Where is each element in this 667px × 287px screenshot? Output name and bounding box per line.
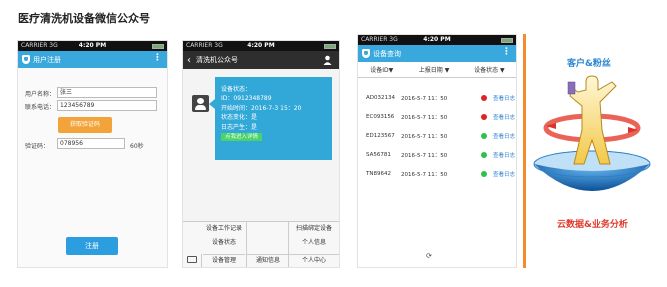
status-bar: CARRIER 3G 4:20 PM xyxy=(183,41,339,51)
report-date: 2016-5-7 11：50 xyxy=(401,133,448,140)
menu-item-personal-info[interactable]: 个人信息 xyxy=(289,237,339,249)
cloud-data-label: 云数据&业务分析 xyxy=(557,220,628,230)
divider xyxy=(288,222,289,267)
menu-item-personal-center[interactable]: 个人中心 xyxy=(289,254,339,266)
nav-bar: 用户注册 ⋮ xyxy=(18,51,167,68)
page-title: 医疗清洗机设备微信公众号 xyxy=(18,12,150,25)
chat-screen: CARRIER 3G 4:20 PM ‹ 清洗机公众号 设备状态： ID：091… xyxy=(182,40,340,268)
query-screen: CARRIER 3G 4:20 PM 设备查询 ⋮ 设备ID▼ 上报日期 ▼ 设… xyxy=(357,34,517,268)
countdown: 60秒 xyxy=(130,143,144,150)
report-date: 2016-5-7 11：50 xyxy=(401,171,448,178)
message-line: 状态变化：是 xyxy=(221,114,258,122)
report-date: 2016-5-7 11：50 xyxy=(401,95,448,102)
message-line: 设备状态： xyxy=(221,86,252,93)
status-dot xyxy=(481,94,487,101)
divider xyxy=(201,254,202,267)
page: 医疗清洗机设备微信公众号 CARRIER 3G 4:20 PM 用户注册 ⋮ 用… xyxy=(0,0,667,287)
clock: 4:20 PM xyxy=(78,42,107,49)
name-input[interactable]: 张三 xyxy=(57,87,157,98)
name-label: 用户名称： xyxy=(25,91,56,98)
back-icon[interactable]: ‹ xyxy=(187,55,191,66)
customer-cloud-illustration xyxy=(533,75,651,191)
view-log-link[interactable]: 查看日志 xyxy=(493,151,515,159)
get-code-button[interactable]: 获取验证码 xyxy=(58,117,112,133)
menu-item-device-mgmt[interactable]: 设备管理 xyxy=(203,254,245,266)
report-date: 2016-5-7 11：50 xyxy=(401,152,448,159)
phone-label: 联系电话： xyxy=(25,104,56,111)
status-dot xyxy=(481,113,487,120)
more-menu-icon[interactable]: ⋮ xyxy=(153,54,162,63)
device-id: TN89642 xyxy=(366,170,391,177)
nav-bar: 设备查询 ⋮ xyxy=(358,45,516,62)
column-report-date[interactable]: 上报日期 ▼ xyxy=(405,65,462,74)
message-bubble[interactable]: 设备状态： ID：0912348789 开始时间：2016-7-3 15：20 … xyxy=(209,77,332,160)
more-menu-icon[interactable]: ⋮ xyxy=(502,48,511,57)
message-line: 日志产生：是 xyxy=(221,123,258,131)
menu-item-scan-bind[interactable]: 扫描绑定设备 xyxy=(289,223,339,235)
divider xyxy=(246,222,247,267)
details-link[interactable]: 点我进入详情 xyxy=(221,133,263,142)
status-bar: CARRIER 3G 4:20 PM xyxy=(18,41,167,51)
refresh-icon[interactable]: ⟳ xyxy=(426,252,432,260)
view-log-link[interactable]: 查看日志 xyxy=(493,94,515,102)
clock: 4:20 PM xyxy=(423,36,451,43)
register-button[interactable]: 注册 xyxy=(66,237,118,255)
message-line: ID：0912348789 xyxy=(221,95,272,103)
table-row: ED123567 2016-5-7 11：50 查看日志 xyxy=(366,131,516,140)
shield-icon xyxy=(22,55,30,64)
nav-title: 设备查询 xyxy=(373,49,401,58)
view-log-link[interactable]: 查看日志 xyxy=(493,132,515,140)
report-date: 2016-5-7 11：50 xyxy=(401,114,448,121)
device-id: SA56781 xyxy=(366,151,391,158)
view-log-link[interactable]: 查看日志 xyxy=(493,170,515,178)
status-dot xyxy=(481,151,487,158)
menu-item-work-log[interactable]: 设备工作记录 xyxy=(203,223,245,235)
register-screen: CARRIER 3G 4:20 PM 用户注册 ⋮ 用户名称： 张三 联系电话：… xyxy=(17,40,168,268)
status-dot xyxy=(481,132,487,139)
accent-bar xyxy=(523,34,526,268)
column-header: 设备ID▼ 上报日期 ▼ 设备状态 ▼ xyxy=(358,62,516,78)
table-row: SA56781 2016-5-7 11：50 查看日志 xyxy=(366,150,516,159)
nav-bar: ‹ 清洗机公众号 xyxy=(183,51,339,69)
device-id: EC093156 xyxy=(366,113,395,120)
nav-title: 用户注册 xyxy=(33,55,61,64)
table-row: EC093156 2016-5-7 11：50 查看日志 xyxy=(366,112,516,121)
table-row: TN89642 2016-5-7 11：50 查看日志 xyxy=(366,169,516,178)
shield-icon xyxy=(362,49,370,58)
avatar xyxy=(192,95,209,112)
column-device-id[interactable]: 设备ID▼ xyxy=(358,65,405,74)
code-label: 验证码： xyxy=(25,143,50,150)
status-dot xyxy=(481,170,487,177)
menu-item-device-status[interactable]: 设备状态 xyxy=(203,237,245,249)
nav-title: 清洗机公众号 xyxy=(196,56,238,64)
device-id: AD032134 xyxy=(366,94,395,101)
table-row: AD032134 2016-5-7 11：50 查看日志 xyxy=(366,93,516,102)
message-line: 开始时间：2016-7-3 15：20 xyxy=(221,104,302,112)
profile-icon[interactable] xyxy=(323,55,332,65)
device-id: ED123567 xyxy=(366,132,395,139)
column-device-status[interactable]: 设备状态 ▼ xyxy=(463,65,516,74)
status-bar: CARRIER 3G 4:20 PM xyxy=(358,35,516,45)
keyboard-icon[interactable] xyxy=(187,256,197,263)
bottom-menu: 设备工作记录 扫描绑定设备 设备状态 个人信息 设备管理 通知信息 个人中心 xyxy=(183,221,339,267)
view-log-link[interactable]: 查看日志 xyxy=(493,113,515,121)
menu-item-notification[interactable]: 通知信息 xyxy=(247,254,289,266)
clock: 4:20 PM xyxy=(247,42,275,49)
code-input[interactable]: 078956 xyxy=(57,138,125,149)
phone-input[interactable]: 123456789 xyxy=(57,100,157,111)
